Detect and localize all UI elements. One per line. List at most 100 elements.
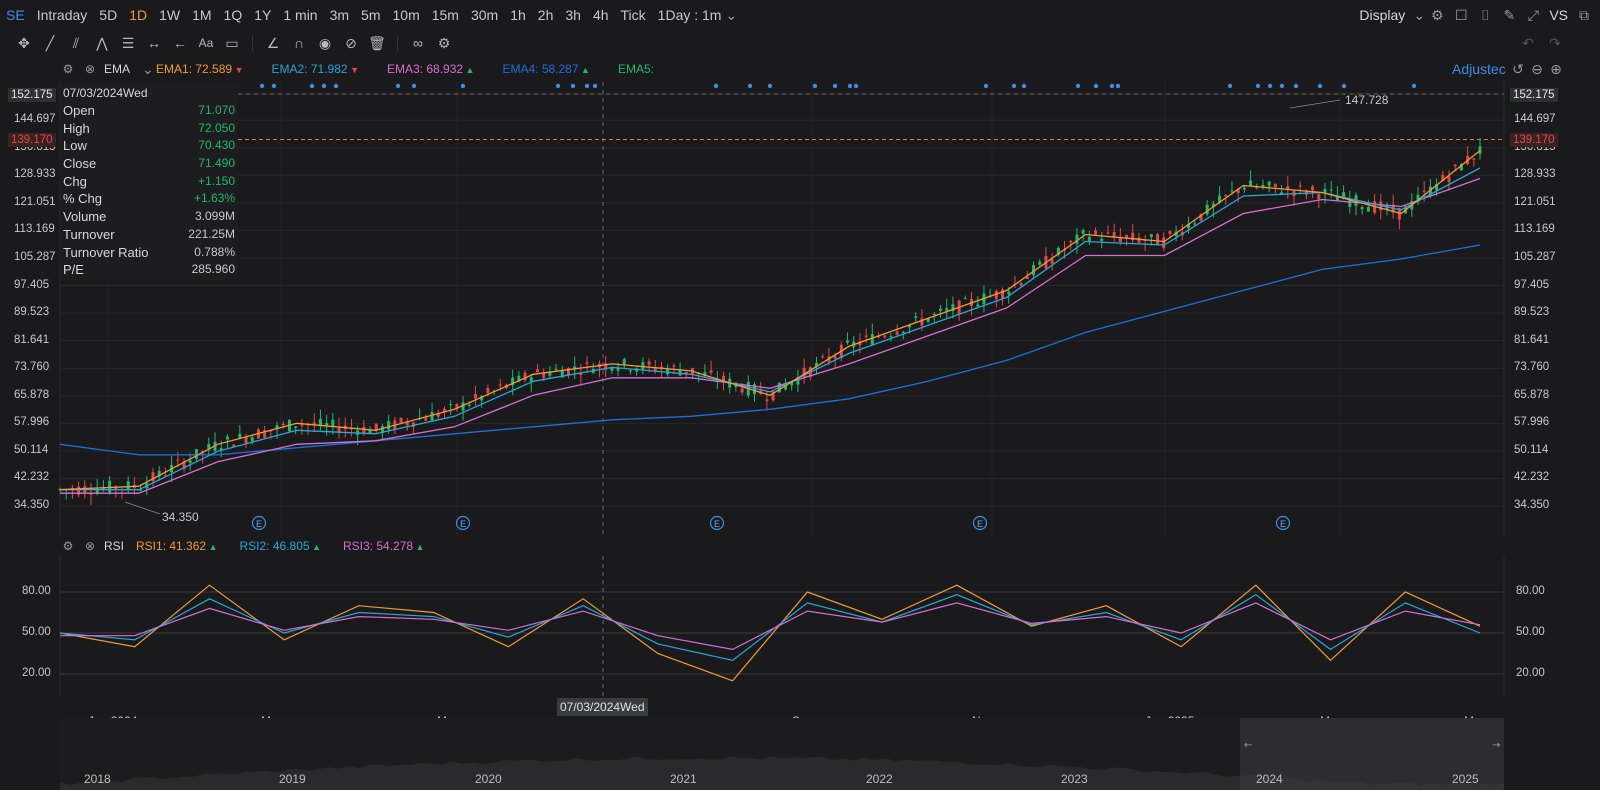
timeframe-1-min[interactable]: 1 min: [277, 7, 323, 23]
timeframe-1h[interactable]: 1h: [504, 7, 532, 23]
candle-body: [1193, 223, 1197, 225]
timeframe-15m[interactable]: 15m: [426, 7, 465, 23]
pattern-icon[interactable]: ⋀: [92, 35, 112, 51]
navigator-year-label: 2022: [866, 772, 893, 786]
fullscreen-icon[interactable]: ⤢: [1525, 7, 1541, 23]
candle-body: [1453, 164, 1457, 167]
timeframe-5d[interactable]: 5D: [93, 7, 123, 23]
chevron-down-icon: ⌄: [725, 6, 738, 23]
data-panel-row: Turnover Ratio 0.788%: [60, 244, 238, 262]
measure-icon[interactable]: ↔: [144, 35, 164, 51]
interval-selector[interactable]: 1Day : 1m ⌄: [652, 7, 742, 23]
trendline-icon[interactable]: ╱: [40, 35, 60, 51]
candle-body: [1478, 146, 1482, 154]
arrow-icon[interactable]: ←: [170, 35, 190, 51]
ema1-value: EMA1: 72.589 ▼: [156, 62, 243, 76]
event-dot: [832, 83, 838, 89]
rsi-line-3: [60, 602, 1481, 651]
chevron-down-icon: ⌄: [1413, 6, 1426, 23]
data-panel-rows: Open 71.070 High 72.050 Low 70.430 Close 71.490…: [60, 102, 238, 279]
timeframe-intraday[interactable]: Intraday: [31, 7, 94, 23]
pencil-icon[interactable]: ✎: [1501, 7, 1517, 23]
layout-icon[interactable]: ☐: [1453, 7, 1469, 23]
reset-icon[interactable]: ↺: [1510, 61, 1526, 77]
chevron-down-icon[interactable]: ⌄: [142, 61, 154, 77]
event-dot: [1255, 83, 1261, 89]
undo-icon[interactable]: ↶: [1518, 35, 1538, 51]
candle-body: [225, 436, 229, 440]
rsi-name[interactable]: RSI: [104, 539, 124, 553]
data-value: 221.25M: [188, 226, 235, 241]
candle-body: [1360, 207, 1364, 210]
gear-icon[interactable]: ⚙: [60, 538, 76, 554]
price-tick-label: 105.287: [14, 250, 56, 263]
candle-body: [1329, 189, 1333, 191]
zoom-out-icon[interactable]: ⊖: [1529, 61, 1545, 77]
close-icon[interactable]: ⊗: [82, 538, 98, 554]
trash-icon[interactable]: 🗑: [367, 35, 387, 51]
candle-body: [194, 449, 198, 459]
gear-icon[interactable]: ⚙: [60, 61, 76, 77]
timeframe-1y[interactable]: 1Y: [248, 7, 277, 23]
timeframe-1q[interactable]: 1Q: [218, 7, 249, 23]
event-dot: [271, 83, 277, 89]
text-icon[interactable]: Aa: [196, 35, 216, 51]
timeframe-1m[interactable]: 1M: [186, 7, 217, 23]
timeframe-5m[interactable]: 5m: [355, 7, 386, 23]
candle-body: [331, 419, 335, 426]
price-tick-label: 50.114: [14, 443, 49, 456]
data-value: 0.788%: [194, 244, 235, 259]
price-tick-label: 121.051: [14, 195, 56, 208]
timeframe-4h[interactable]: 4h: [587, 7, 615, 23]
candle-body: [1273, 183, 1277, 187]
price-chart[interactable]: EEEEE: [0, 82, 1600, 537]
data-value: 3.099M: [194, 209, 235, 224]
display-button[interactable]: Display: [1359, 7, 1405, 23]
timeframe-2h[interactable]: 2h: [532, 7, 560, 23]
timeframe-tick[interactable]: Tick: [615, 7, 652, 23]
data-key: P/E: [63, 262, 84, 278]
close-icon[interactable]: ⊗: [82, 61, 98, 77]
ema-name[interactable]: EMA: [104, 62, 130, 76]
candle-body: [939, 308, 943, 311]
symbol-label[interactable]: SE: [0, 7, 31, 23]
timeframe-10m[interactable]: 10m: [387, 7, 426, 23]
candle-body: [1081, 230, 1085, 234]
timeframe-1w[interactable]: 1W: [153, 7, 186, 23]
timeframe-30m[interactable]: 30m: [465, 7, 504, 23]
link-icon[interactable]: ∞: [408, 35, 428, 51]
timeline-navigator[interactable]: ← →: [60, 718, 1504, 790]
price-tick-label: 89.523: [1514, 306, 1550, 319]
candle-body: [883, 335, 887, 338]
brush-icon[interactable]: ∠: [263, 35, 283, 51]
gear-icon[interactable]: ⚙: [1429, 7, 1445, 23]
event-dot: [747, 83, 753, 89]
adjusted-label[interactable]: Adjustec: [1452, 61, 1506, 77]
magnet-icon[interactable]: ∩: [289, 35, 309, 51]
compare-button[interactable]: VS: [1549, 7, 1568, 23]
zoom-in-icon[interactable]: ⊕: [1548, 61, 1564, 77]
price-tick-label: 97.405: [1514, 278, 1550, 291]
settings-icon[interactable]: ⚙: [434, 35, 454, 51]
channel-icon[interactable]: ⫽: [66, 35, 86, 51]
window-icon[interactable]: ⧉: [1576, 7, 1592, 23]
eye-icon[interactable]: ◉: [315, 35, 335, 51]
candle-body: [1112, 232, 1116, 237]
fib-icon[interactable]: ☰: [118, 35, 138, 51]
rsi-chart[interactable]: [0, 556, 1600, 696]
timeframe-3h[interactable]: 3h: [559, 7, 587, 23]
price-tick-label: 65.878: [14, 388, 50, 401]
redo-icon[interactable]: ↷: [1545, 35, 1565, 51]
candle-body: [1249, 180, 1253, 186]
camera-icon[interactable]: ⌷: [1477, 7, 1493, 23]
hide-icon[interactable]: ⊘: [341, 35, 361, 51]
ema-indicator-row: ⚙ ⊗ EMA ⌄ EMA1: 72.589 ▼ EMA2: 71.982 ▼ EM…: [60, 61, 676, 77]
timeframe-1d[interactable]: 1D: [123, 7, 153, 23]
low-annotation-line: [124, 501, 161, 515]
comment-icon[interactable]: ▭: [222, 35, 242, 51]
ema-line-3: [60, 177, 1481, 494]
move-icon[interactable]: ✥: [14, 35, 34, 51]
candle-body: [1025, 277, 1029, 279]
navigator-year-label: 2025: [1452, 772, 1479, 786]
timeframe-3m[interactable]: 3m: [324, 7, 355, 23]
